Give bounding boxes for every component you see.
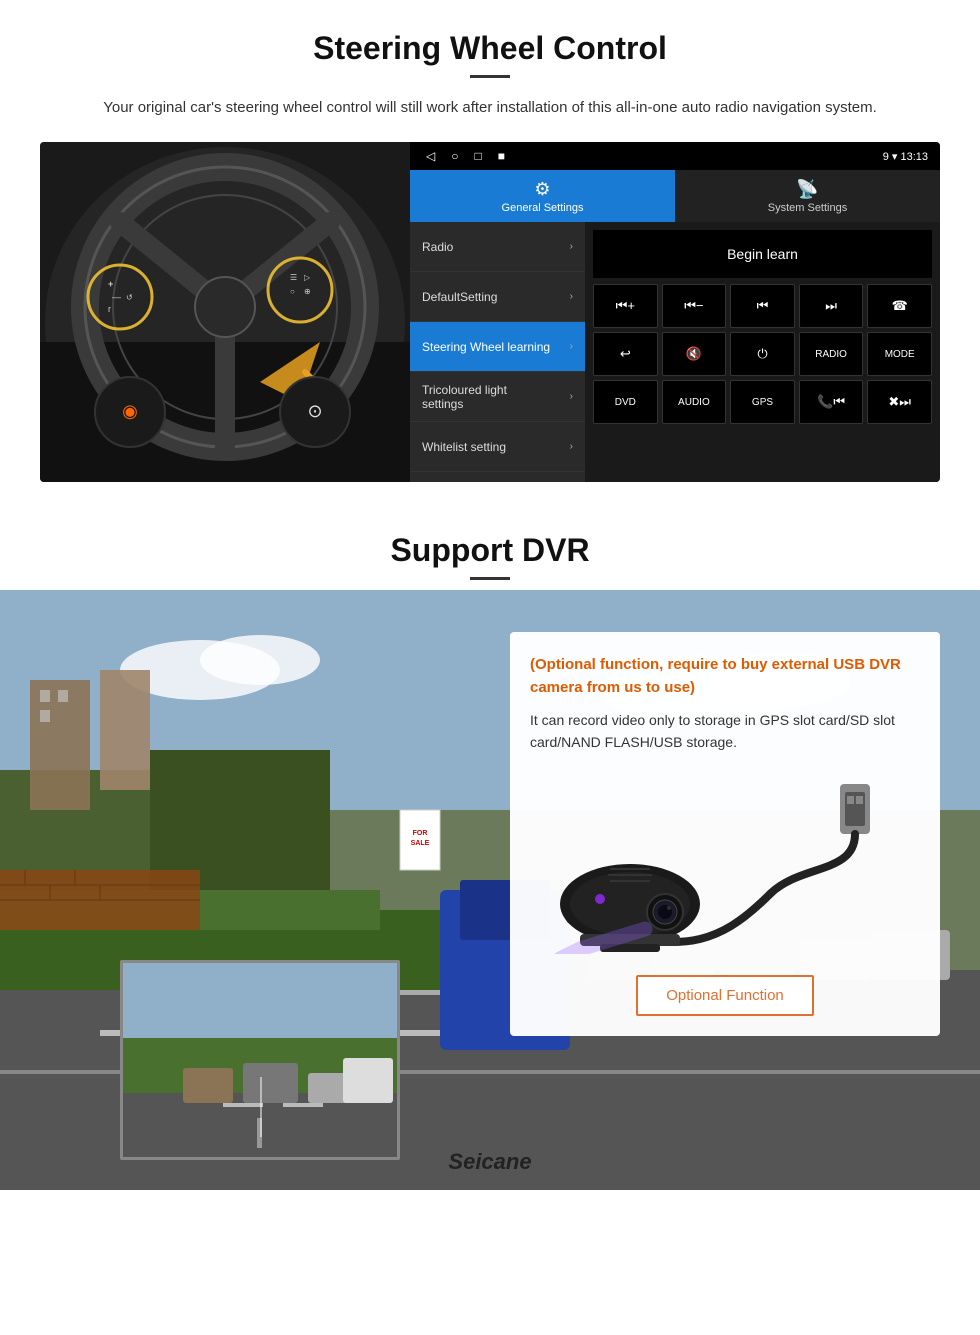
dvr-description: It can record video only to storage in G… bbox=[530, 709, 920, 754]
svg-text:⊙: ⊙ bbox=[307, 401, 322, 421]
steering-demo-area: + — ↺ r ☰ ▷ ○ ⊕ ◉ ⊙ bbox=[40, 142, 940, 482]
seicane-brand: Seicane bbox=[448, 1149, 531, 1175]
ctrl-radio[interactable]: RADIO bbox=[799, 332, 864, 376]
begin-learn-button[interactable]: Begin learn bbox=[593, 230, 932, 278]
ctrl-x-next[interactable]: ✖⏭ bbox=[867, 380, 932, 424]
ctrl-audio[interactable]: AUDIO bbox=[662, 380, 727, 424]
dvr-title-divider bbox=[470, 577, 510, 580]
settings-tabs: ⚙ General Settings 📡 System Settings bbox=[410, 170, 940, 222]
dvr-optional-text: (Optional function, require to buy exter… bbox=[530, 654, 920, 699]
tricoloured-line1: Tricoloured light bbox=[422, 383, 507, 397]
ctrl-phone-prev[interactable]: 📞⏮ bbox=[799, 380, 864, 424]
menu-default-label: DefaultSetting bbox=[422, 290, 497, 304]
tab-system-settings[interactable]: 📡 System Settings bbox=[675, 170, 940, 222]
ctrl-mute[interactable]: 🔇 bbox=[662, 332, 727, 376]
tab-general-settings[interactable]: ⚙ General Settings bbox=[410, 170, 675, 222]
tab-general-label: General Settings bbox=[502, 202, 584, 214]
status-time: 9 ▾ 13:13 bbox=[883, 150, 928, 163]
menu-radio-label: Radio bbox=[422, 240, 453, 254]
arrow-icon-3: › bbox=[570, 341, 573, 352]
svg-text:—: — bbox=[112, 292, 121, 302]
optional-function-button[interactable]: Optional Function bbox=[636, 975, 814, 1016]
back-nav-btn[interactable]: ◁ bbox=[422, 149, 439, 163]
ctrl-phone[interactable]: ☎ bbox=[867, 284, 932, 328]
home-nav-btn[interactable]: ○ bbox=[447, 149, 462, 163]
gear-icon: ⚙ bbox=[534, 179, 550, 200]
tricoloured-line2: settings bbox=[422, 397, 463, 411]
android-panel: ◁ ○ □ ■ 9 ▾ 13:13 ⚙ General Settings 📡 S… bbox=[410, 142, 940, 482]
menu-item-tricoloured[interactable]: Tricoloured light settings › bbox=[410, 372, 585, 422]
svg-text:+: + bbox=[108, 279, 113, 289]
tab-system-label: System Settings bbox=[768, 202, 847, 214]
settings-menu-list: Radio › DefaultSetting › Steering Wheel … bbox=[410, 222, 585, 482]
ctrl-dvd[interactable]: DVD bbox=[593, 380, 658, 424]
steering-section: Steering Wheel Control Your original car… bbox=[0, 0, 980, 502]
ctrl-mode[interactable]: MODE bbox=[867, 332, 932, 376]
arrow-icon-2: › bbox=[570, 291, 573, 302]
svg-text:SALE: SALE bbox=[411, 840, 430, 847]
ctrl-vol-down[interactable]: ⏮− bbox=[662, 284, 727, 328]
menu-item-radio[interactable]: Radio › bbox=[410, 222, 585, 272]
svg-text:▷: ▷ bbox=[304, 273, 311, 282]
dvr-camera-image bbox=[530, 774, 920, 959]
steering-wheel-photo: + — ↺ r ☰ ▷ ○ ⊕ ◉ ⊙ bbox=[40, 142, 410, 482]
ctrl-power[interactable]: ⏻ bbox=[730, 332, 795, 376]
ctrl-next[interactable]: ⏭ bbox=[799, 284, 864, 328]
ctrl-gps[interactable]: GPS bbox=[730, 380, 795, 424]
menu-item-steering[interactable]: Steering Wheel learning › bbox=[410, 322, 585, 372]
nav-buttons: ◁ ○ □ ■ bbox=[422, 149, 509, 163]
menu-item-default[interactable]: DefaultSetting › bbox=[410, 272, 585, 322]
title-divider bbox=[470, 75, 510, 78]
dvr-title: Support DVR bbox=[0, 502, 980, 569]
menu-nav-btn[interactable]: ■ bbox=[494, 149, 509, 163]
wifi-icon: 📡 bbox=[796, 179, 818, 200]
ctrl-back[interactable]: ↩ bbox=[593, 332, 658, 376]
dvr-screenshot-inset bbox=[120, 960, 400, 1160]
steering-subtitle: Your original car's steering wheel contr… bbox=[40, 96, 940, 120]
svg-text:↺: ↺ bbox=[126, 293, 133, 302]
whitelist-label: Whitelist setting bbox=[422, 440, 506, 454]
android-status-bar: ◁ ○ □ ■ 9 ▾ 13:13 bbox=[410, 142, 940, 170]
dvr-info-card: (Optional function, require to buy exter… bbox=[510, 632, 940, 1036]
svg-text:r: r bbox=[108, 304, 111, 314]
arrow-icon: › bbox=[570, 241, 573, 252]
tricoloured-label-group: Tricoloured light settings bbox=[422, 383, 507, 411]
arrow-icon-5: › bbox=[570, 441, 573, 452]
control-buttons-grid: ⏮+ ⏮− ⏮ ⏭ ☎ ↩ 🔇 ⏻ RADIO MODE DVD AUDIO bbox=[593, 284, 932, 424]
svg-text:FOR: FOR bbox=[413, 830, 428, 837]
steering-title: Steering Wheel Control bbox=[40, 30, 940, 67]
svg-text:⊕: ⊕ bbox=[304, 287, 311, 296]
menu-item-whitelist[interactable]: Whitelist setting › bbox=[410, 422, 585, 472]
dvr-section: Support DVR bbox=[0, 502, 980, 1242]
steering-control-panel: Begin learn ⏮+ ⏮− ⏮ ⏭ ☎ ↩ 🔇 ⏻ RADIO MODE bbox=[585, 222, 940, 482]
svg-text:◉: ◉ bbox=[122, 401, 138, 421]
ctrl-prev[interactable]: ⏮ bbox=[730, 284, 795, 328]
svg-text:☰: ☰ bbox=[290, 273, 297, 282]
arrow-icon-4: › bbox=[570, 391, 573, 402]
ctrl-vol-up[interactable]: ⏮+ bbox=[593, 284, 658, 328]
svg-text:○: ○ bbox=[290, 287, 295, 296]
seicane-logo-text: Seicane bbox=[448, 1149, 531, 1174]
recents-nav-btn[interactable]: □ bbox=[470, 149, 485, 163]
menu-controls-area: Radio › DefaultSetting › Steering Wheel … bbox=[410, 222, 940, 482]
menu-steering-label: Steering Wheel learning bbox=[422, 340, 550, 354]
